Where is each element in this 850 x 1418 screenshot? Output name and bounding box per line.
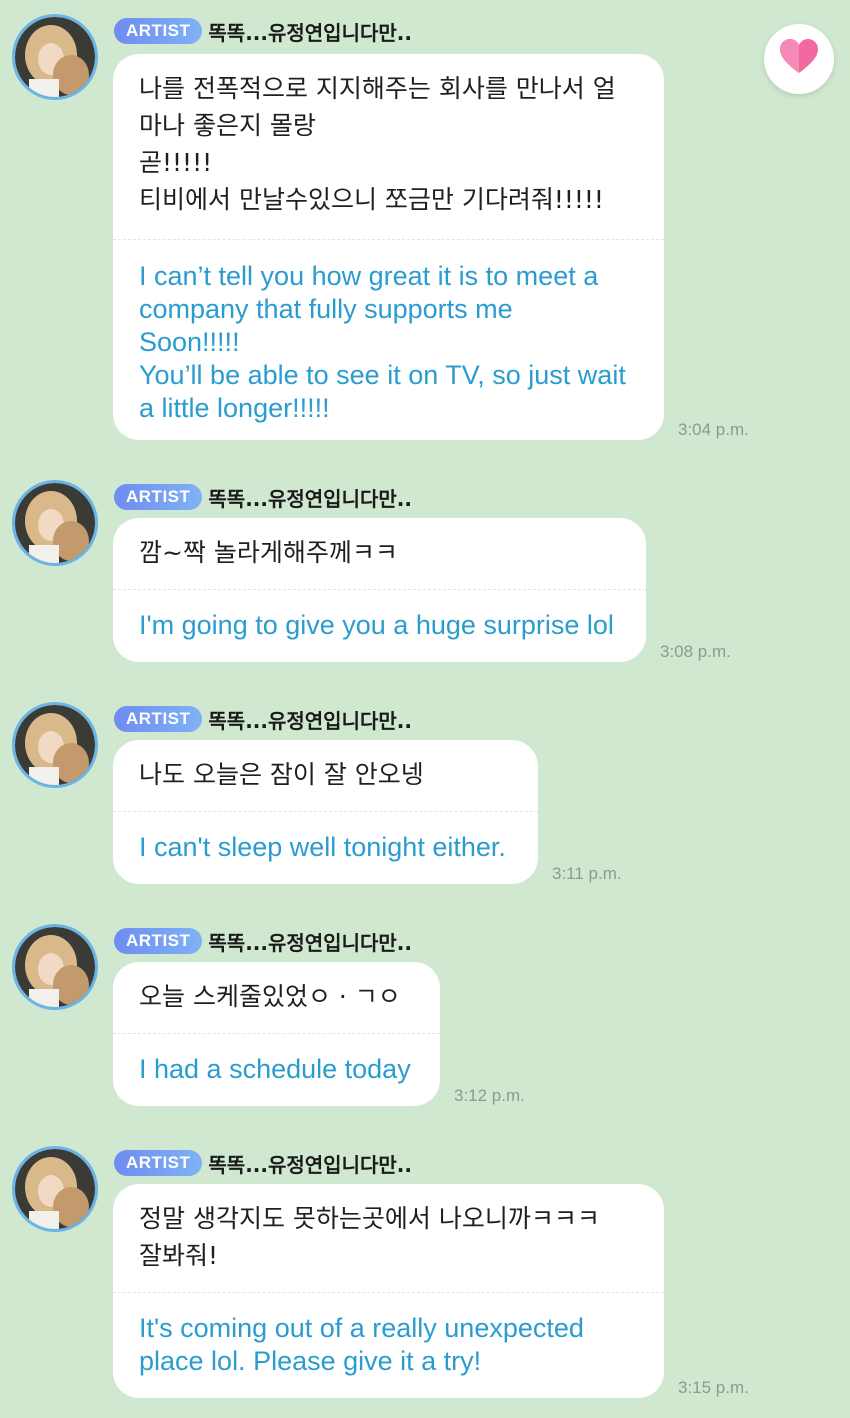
message-bubble[interactable]: 오늘 스케줄있었ㅇ · ㄱㅇ I had a schedule today — [113, 962, 440, 1106]
message-timestamp: 3:12 p.m. — [454, 1086, 525, 1105]
english-translation-text: I can't sleep well tonight either. — [139, 832, 506, 862]
message-bubble[interactable]: 깜~짝 놀라게해주께ㅋㅋ I'm going to give you a hug… — [113, 518, 646, 662]
korean-message-text: 오늘 스케줄있었ㅇ · ㄱㅇ — [139, 982, 401, 1011]
sender-name: 똑똑...유정연입니다만.. — [208, 1152, 412, 1177]
sender-row: ARTIST 똑똑...유정연입니다만.. — [114, 926, 412, 956]
message-timestamp: 3:11 p.m. — [552, 864, 622, 883]
avatar-photo-icon — [15, 483, 95, 563]
english-translation-text: I'm going to give you a huge surprise lo… — [139, 610, 614, 640]
sender-row: ARTIST 똑똑...유정연입니다만.. — [114, 16, 412, 46]
avatar[interactable] — [12, 480, 98, 566]
message-bubble[interactable]: 나도 오늘은 잠이 잘 안오넹 I can't sleep well tonig… — [113, 740, 538, 884]
sender-row: ARTIST 똑똑...유정연입니다만.. — [114, 482, 412, 512]
avatar-photo-icon — [15, 1149, 95, 1229]
korean-message-text: 정말 생각지도 못하는곳에서 나오니까ㅋㅋㅋ 잘봐줘! — [139, 1204, 600, 1270]
message-timestamp: 3:04 p.m. — [678, 420, 749, 439]
message-timestamp: 3:08 p.m. — [660, 642, 731, 661]
artist-badge: ARTIST — [114, 18, 203, 44]
korean-message-text: 깜~짝 놀라게해주께ㅋㅋ — [139, 538, 398, 567]
artist-badge: ARTIST — [114, 706, 203, 732]
avatar[interactable] — [12, 702, 98, 788]
sender-row: ARTIST 똑똑...유정연입니다만.. — [114, 1148, 412, 1178]
korean-message-text: 나도 오늘은 잠이 잘 안오넹 — [139, 760, 424, 789]
avatar[interactable] — [12, 14, 98, 100]
heart-icon — [779, 39, 819, 79]
artist-badge: ARTIST — [114, 484, 203, 510]
message-bubble[interactable]: 정말 생각지도 못하는곳에서 나오니까ㅋㅋㅋ 잘봐줘! It's coming … — [113, 1184, 664, 1398]
artist-badge: ARTIST — [114, 1150, 203, 1176]
korean-message-text: 나를 전폭적으로 지지해주는 회사를 만나서 얼 마나 좋은지 몰랑 곧!!!!… — [139, 74, 616, 214]
avatar[interactable] — [12, 1146, 98, 1232]
avatar-photo-icon — [15, 705, 95, 785]
avatar-photo-icon — [15, 17, 95, 97]
heart-button[interactable] — [764, 24, 834, 94]
english-translation-text: It's coming out of a really unexpected p… — [139, 1313, 584, 1376]
artist-badge: ARTIST — [114, 928, 203, 954]
sender-name: 똑똑...유정연입니다만.. — [208, 930, 412, 955]
message-bubble[interactable]: 나를 전폭적으로 지지해주는 회사를 만나서 얼 마나 좋은지 몰랑 곧!!!!… — [113, 54, 664, 440]
message-timestamp: 3:15 p.m. — [678, 1378, 749, 1397]
english-translation-text: I can’t tell you how great it is to meet… — [139, 261, 626, 423]
sender-row: ARTIST 똑똑...유정연입니다만.. — [114, 704, 412, 734]
sender-name: 똑똑...유정연입니다만.. — [208, 486, 412, 511]
avatar[interactable] — [12, 924, 98, 1010]
sender-name: 똑똑...유정연입니다만.. — [208, 20, 412, 45]
avatar-photo-icon — [15, 927, 95, 1007]
english-translation-text: I had a schedule today — [139, 1054, 411, 1084]
sender-name: 똑똑...유정연입니다만.. — [208, 708, 412, 733]
